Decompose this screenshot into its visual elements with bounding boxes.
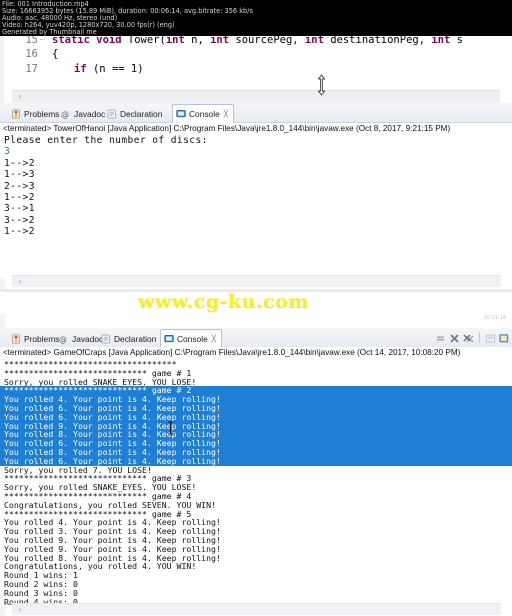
editor-line-number: 16 xyxy=(25,48,38,60)
code-editor[interactable]: 15 − static void Tower(int n, int source… xyxy=(0,36,512,103)
tab-problems[interactable]: Problems xyxy=(7,105,63,122)
editor-line-number: 17 xyxy=(25,63,38,75)
tab-declaration-label: Declaration xyxy=(114,333,157,344)
tab-console-label: Console xyxy=(189,109,220,119)
console1-horizontal-scrollbar[interactable]: ‹ xyxy=(12,275,501,287)
console-output-line: 1-->2 xyxy=(4,226,35,238)
tab-problems-label: Problems xyxy=(24,108,60,119)
console-icon xyxy=(176,109,186,119)
editor-code-line: if (n == 1) xyxy=(74,63,144,75)
tab-declaration[interactable]: Declaration xyxy=(97,330,160,347)
javadoc-icon: @ xyxy=(59,334,69,344)
console-output-line: 3-->1 xyxy=(4,203,35,215)
fold-marker-icon[interactable]: − xyxy=(39,36,44,44)
tab-javadoc-label: Javadoc xyxy=(74,108,106,119)
display-selected-console-icon[interactable] xyxy=(499,331,510,343)
screenshot-root: File: 001 Introduction.mp4 Size: 1666395… xyxy=(0,0,512,616)
declaration-icon xyxy=(107,109,117,119)
problems-icon xyxy=(11,333,21,344)
tab-pin-icon[interactable]: ╳ xyxy=(212,335,216,343)
javadoc-icon: @ xyxy=(61,109,71,119)
console1-launch-line: <terminated> TowerOfHanoi [Java Applicat… xyxy=(0,123,512,135)
scroll-left-icon[interactable]: ‹ xyxy=(15,605,25,615)
open-console-icon[interactable] xyxy=(485,331,496,343)
svg-text:@: @ xyxy=(59,335,67,344)
tab-console-label: Console xyxy=(177,334,208,344)
console2-tab-bar: Problems @ Javadoc Declaration Console ╳ xyxy=(0,328,512,348)
console-output-line: 1-->2 xyxy=(4,192,35,204)
console-output-line: 2-->3 xyxy=(4,180,35,192)
console-icon xyxy=(164,334,174,344)
console-output-line: 1-->3 xyxy=(4,169,35,181)
console2-output[interactable]: *********************************** *****… xyxy=(0,360,512,607)
console2-toolbar xyxy=(435,331,510,343)
problems-icon xyxy=(11,108,21,119)
tab-declaration[interactable]: Declaration xyxy=(103,105,166,122)
console-output-line: 3-->2 xyxy=(4,214,35,226)
console2-launch-line: <terminated> GameOfCraps [Java Applicati… xyxy=(0,347,512,359)
toolbar-divider xyxy=(479,331,480,343)
svg-text:@: @ xyxy=(61,110,69,119)
text-ibeam-cursor xyxy=(168,421,173,435)
watermark: www.cg-ku.com xyxy=(138,291,309,313)
scroll-left-icon[interactable]: ‹ xyxy=(15,277,25,287)
remove-launch-icon[interactable] xyxy=(449,331,460,343)
console-output-line: Please enter the number of discs: xyxy=(4,135,208,146)
editor-horizontal-scrollbar[interactable]: ‹ xyxy=(12,90,500,103)
tab-console[interactable]: Console ╳ xyxy=(160,329,222,348)
editor-code-line: { xyxy=(52,48,59,60)
tab-declaration-label: Declaration xyxy=(120,108,163,119)
tab-javadoc[interactable]: @ Javadoc xyxy=(57,105,109,122)
remove-all-terminated-icon[interactable] xyxy=(463,331,474,343)
scroll-left-icon[interactable]: ‹ xyxy=(15,92,25,102)
video-info-header: File: 001 Introduction.mp4 Size: 1666395… xyxy=(0,0,512,36)
editor-left-rail xyxy=(0,36,4,103)
editor-line-number: 15 xyxy=(25,36,38,46)
editor-code-line: static void Tower(int n, int sourcePeg, … xyxy=(52,36,463,46)
declaration-icon xyxy=(101,334,111,344)
console1-output[interactable]: Please enter the number of discs: 3 1-->2 1… xyxy=(0,135,512,278)
panel-divider[interactable] xyxy=(0,289,512,292)
console-output-line: 3 xyxy=(4,146,11,158)
console2-horizontal-scrollbar[interactable]: ‹ xyxy=(12,603,501,615)
vertical-resize-cursor xyxy=(317,74,326,96)
console-output-line: 1-->2 xyxy=(4,157,35,169)
tab-pin-icon[interactable]: ╳ xyxy=(224,110,228,118)
console-panel-game-of-craps: 00:01:19 Problems @ Javadoc Declaration xyxy=(0,314,512,616)
tab-console[interactable]: Console ╳ xyxy=(172,104,234,123)
video-timestamp: 00:01:19 xyxy=(483,316,506,321)
console1-tab-bar: Problems @ Javadoc Declaration Console ╳ xyxy=(0,103,512,123)
terminate-icon[interactable] xyxy=(435,331,446,343)
console-panel-tower-of-hanoi: Problems @ Javadoc Declaration Console ╳ xyxy=(0,103,512,289)
